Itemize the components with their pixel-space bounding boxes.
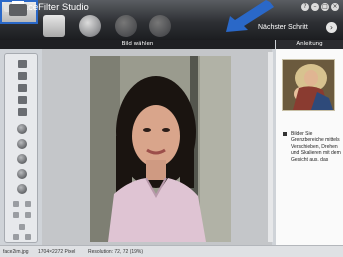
face-icon — [149, 15, 171, 37]
portrait-image — [90, 56, 231, 242]
bullet-icon — [283, 132, 287, 136]
actual-size-icon[interactable] — [25, 212, 31, 218]
page-icon[interactable] — [18, 96, 27, 104]
pointer-arrow-icon — [226, 0, 274, 32]
fit-icon[interactable] — [13, 212, 19, 218]
guide-panel: Bilder Sie Grenzbereiche mittels Verschi… — [276, 49, 343, 245]
minimize-icon[interactable]: – — [311, 3, 319, 11]
face-icon — [79, 15, 101, 37]
section-title: Bild wählen — [0, 40, 275, 49]
folder-icon — [43, 15, 65, 37]
tool-round-4-icon[interactable] — [17, 169, 27, 179]
painting-image — [283, 60, 334, 110]
face-icon — [115, 15, 137, 37]
tool-round-1-icon[interactable] — [17, 124, 27, 134]
facefilter-window: FaceFilter Studio ? – □ × Nächster Schri… — [0, 0, 343, 257]
face-adjust-button[interactable] — [112, 14, 142, 38]
guide-illustration — [282, 59, 335, 111]
guide-text: Bilder Sie Grenzbereiche mittels Verschi… — [291, 131, 341, 163]
zoom-out-icon[interactable] — [25, 201, 31, 207]
status-dimensions: 1704×2272 Pixel — [38, 249, 76, 255]
maximize-icon[interactable]: □ — [321, 3, 329, 11]
status-bar: face2im.jpg 1704×2272 Pixel Resolution: … — [0, 245, 343, 257]
printer-icon — [9, 4, 27, 16]
chevron-right-icon[interactable]: › — [326, 22, 337, 33]
face-extra-button[interactable] — [146, 14, 176, 38]
face-filter-button[interactable] — [76, 14, 106, 38]
hand-icon[interactable] — [19, 224, 25, 230]
tool-round-3-icon[interactable] — [17, 154, 27, 164]
crop-icon[interactable] — [18, 72, 27, 80]
tool-round-5-icon[interactable] — [17, 184, 27, 194]
redo-icon[interactable] — [25, 234, 31, 240]
status-resolution: Resolution: 72, 72 (19%) — [88, 249, 144, 255]
guide-title: Anleitung — [276, 40, 343, 49]
app-title: FaceFilter Studio — [17, 2, 89, 13]
open-file-icon[interactable] — [18, 60, 27, 68]
open-image-button[interactable] — [40, 14, 70, 38]
top-toolbar: FaceFilter Studio ? – □ × Nächster Schri… — [0, 0, 343, 40]
tool-round-2-icon[interactable] — [17, 139, 27, 149]
image-canvas[interactable] — [42, 49, 272, 245]
vertical-scrollbar[interactable] — [268, 52, 273, 242]
status-filename: face2im.jpg — [3, 249, 29, 255]
zoom-in-icon[interactable] — [13, 201, 19, 207]
close-icon[interactable]: × — [331, 3, 339, 11]
portrait-photo[interactable] — [90, 56, 231, 242]
rotate-icon[interactable] — [18, 108, 27, 116]
undo-icon[interactable] — [13, 234, 19, 240]
copy-icon[interactable] — [18, 84, 27, 92]
help-icon[interactable]: ? — [301, 3, 309, 11]
tool-panel — [4, 53, 38, 243]
